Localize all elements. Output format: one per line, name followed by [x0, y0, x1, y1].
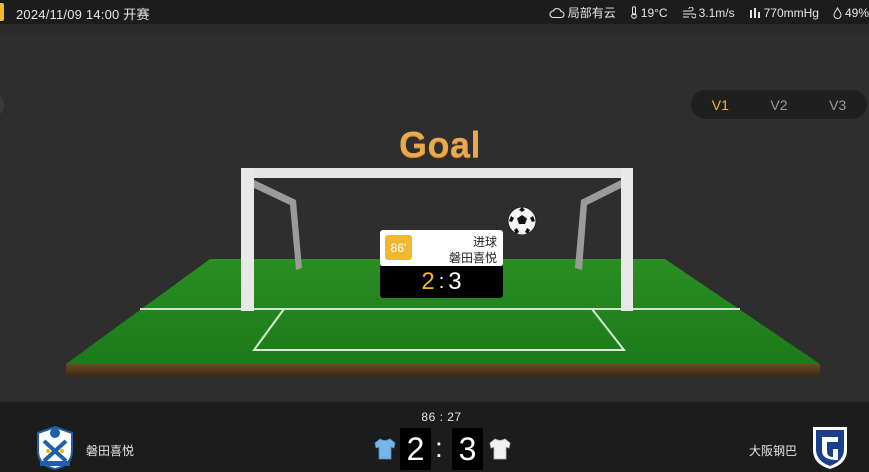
event-score: 2 : 3	[380, 266, 503, 298]
cloud-icon	[549, 7, 565, 19]
side-panel-handle[interactable]	[0, 94, 4, 116]
top-bar: 2024/11/09 14:00 开赛 局部有云 19°C 3.1m/s 770…	[0, 0, 869, 24]
event-card: 86' 进球 磐田喜悦	[380, 230, 503, 266]
pressure-label: 770mmHg	[763, 5, 819, 20]
home-score: 2	[400, 428, 431, 470]
event-home-score: 2	[421, 268, 435, 295]
weather-wind: 3.1m/s	[682, 4, 735, 21]
accent-marker	[0, 3, 4, 21]
humidity-icon	[833, 6, 842, 19]
wind-icon	[682, 6, 696, 19]
pressure-icon	[749, 7, 761, 19]
wind-label: 3.1m/s	[698, 5, 735, 20]
view-tabs: V1 V2 V3	[691, 90, 867, 119]
home-jersey-icon	[374, 438, 396, 460]
event-away-score: 3	[448, 268, 462, 295]
tab-v2[interactable]: V2	[751, 97, 807, 113]
event-minute: 86'	[385, 235, 412, 260]
away-score: 3	[452, 428, 483, 470]
temperature-label: 19°C	[640, 5, 668, 20]
pitch-soil-edge	[66, 364, 820, 376]
match-clock: 86 : 27	[421, 410, 462, 424]
home-team-crest-icon	[37, 425, 73, 471]
event-score-separator: :	[438, 270, 445, 293]
weather-humidity: 49%	[833, 4, 869, 21]
event-type: 进球	[472, 235, 497, 249]
weather-strip: 局部有云 19°C 3.1m/s 770mmHg 49%	[549, 4, 869, 21]
away-jersey-icon	[489, 438, 511, 460]
away-team-name: 大阪钢巴	[748, 444, 797, 458]
event-team: 磐田喜悦	[448, 251, 497, 265]
weather-temperature: 19°C	[630, 4, 668, 21]
thermometer-icon	[630, 6, 638, 19]
score-separator: :	[435, 432, 443, 463]
soccer-ball-icon	[507, 206, 537, 236]
away-team-crest-icon	[813, 427, 847, 469]
scoreboard-bar: 86 : 27 磐田喜悦 2 : 3 大阪钢巴	[0, 402, 869, 472]
weather-condition: 局部有云	[549, 4, 616, 21]
weather-condition-label: 局部有云	[567, 6, 616, 20]
match-datetime: 2024/11/09 14:00 开赛	[16, 7, 150, 22]
humidity-label: 49%	[844, 5, 869, 20]
home-team-name: 磐田喜悦	[86, 444, 135, 458]
weather-pressure: 770mmHg	[749, 4, 819, 21]
tab-v3[interactable]: V3	[810, 97, 866, 113]
tab-v1[interactable]: V1	[692, 97, 748, 113]
